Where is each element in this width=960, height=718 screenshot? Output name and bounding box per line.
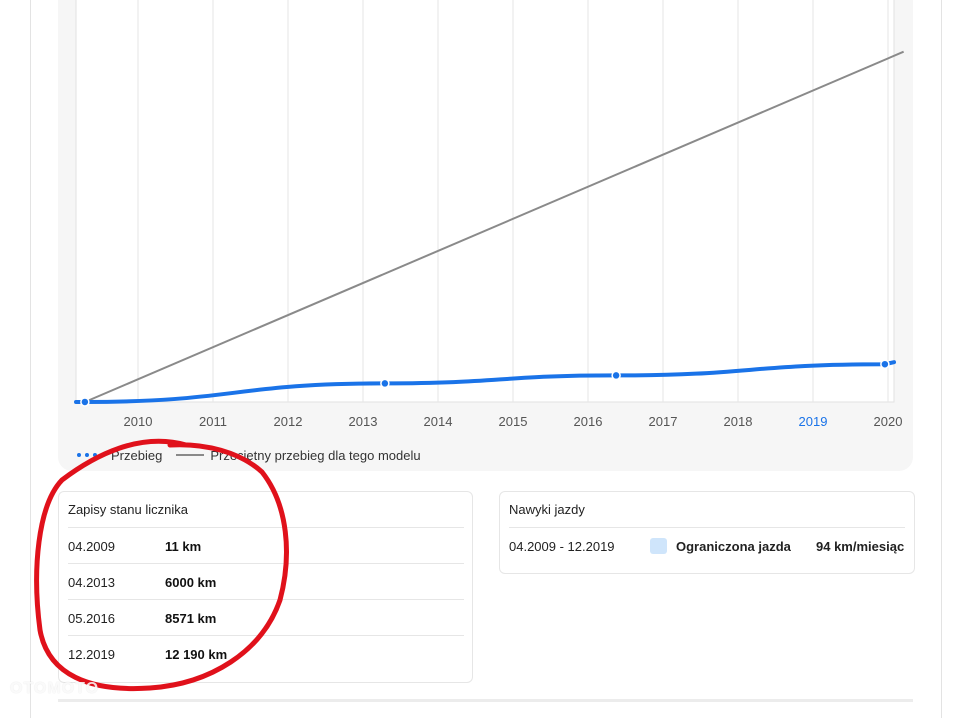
record-date: 05.2016 bbox=[68, 611, 115, 626]
record-km: 8571 km bbox=[165, 611, 217, 626]
habit-row: 04.2009 - 12.2019 Ograniczona jazda 94 k… bbox=[509, 527, 905, 564]
x-tick-label: 2011 bbox=[199, 414, 227, 429]
x-tick-label: 2018 bbox=[724, 414, 753, 429]
x-tick-label: 2013 bbox=[349, 414, 378, 429]
habit-rate: 94 km/miesiąc bbox=[816, 539, 905, 554]
x-tick-label: 2020 bbox=[874, 414, 903, 429]
record-km: 11 km bbox=[165, 539, 202, 554]
legend-label-mileage: Przebieg bbox=[111, 447, 163, 463]
record-km: 6000 km bbox=[165, 575, 217, 590]
series-point-mileage bbox=[380, 378, 390, 389]
odometer-records-card: Zapisy stanu licznika 04.2009 11 km 04.2… bbox=[58, 491, 473, 683]
habit-indicator-swatch bbox=[650, 538, 667, 554]
record-date: 04.2013 bbox=[68, 575, 115, 590]
legend-swatch-average bbox=[176, 454, 205, 456]
record-date: 04.2009 bbox=[68, 539, 115, 554]
mileage-chart: 2010 2011 2012 2013 2014 2015 2016 2017 2018 2019… bbox=[74, 0, 905, 429]
legend-item-average[interactable]: Przeciętny przebieg dla tego modelu bbox=[176, 447, 421, 463]
plot-area bbox=[75, 0, 895, 403]
record-km: 12 190 km bbox=[165, 647, 228, 662]
record-row: 04.2009 11 km bbox=[68, 527, 464, 564]
watermark: OTOMOTO bbox=[10, 680, 100, 697]
series-point-mileage bbox=[611, 370, 621, 381]
bottom-divider bbox=[58, 699, 913, 702]
records-title: Zapisy stanu licznika bbox=[68, 502, 188, 517]
driving-habits-card: Nawyki jazdy 04.2009 - 12.2019 Ograniczo… bbox=[499, 491, 915, 574]
x-tick-label: 2014 bbox=[424, 414, 453, 429]
record-row: 04.2013 6000 km bbox=[68, 563, 464, 600]
record-row: 05.2016 8571 km bbox=[68, 599, 464, 636]
record-row: 12.2019 12 190 km bbox=[68, 635, 464, 672]
x-tick-label: 2019 bbox=[799, 414, 828, 429]
series-point-mileage bbox=[880, 359, 890, 369]
habit-type: Ograniczona jazda bbox=[676, 539, 791, 554]
x-tick-label: 2017 bbox=[649, 414, 678, 429]
habits-title: Nawyki jazdy bbox=[509, 502, 585, 517]
record-date: 12.2019 bbox=[68, 647, 115, 662]
x-tick-label: 2012 bbox=[274, 414, 303, 429]
chart-legend: Przebieg Przeciętny przebieg dla tego mo… bbox=[77, 446, 435, 464]
legend-swatch-mileage bbox=[77, 453, 105, 457]
series-point-mileage bbox=[80, 397, 90, 407]
legend-item-mileage[interactable]: Przebieg bbox=[77, 448, 162, 463]
x-tick-label: 2010 bbox=[124, 414, 153, 429]
habit-period: 04.2009 - 12.2019 bbox=[509, 539, 615, 554]
x-tick-label: 2015 bbox=[499, 414, 528, 429]
x-tick-label: 2016 bbox=[574, 414, 603, 429]
legend-label-average: Przeciętny przebieg dla tego modelu bbox=[210, 447, 421, 463]
